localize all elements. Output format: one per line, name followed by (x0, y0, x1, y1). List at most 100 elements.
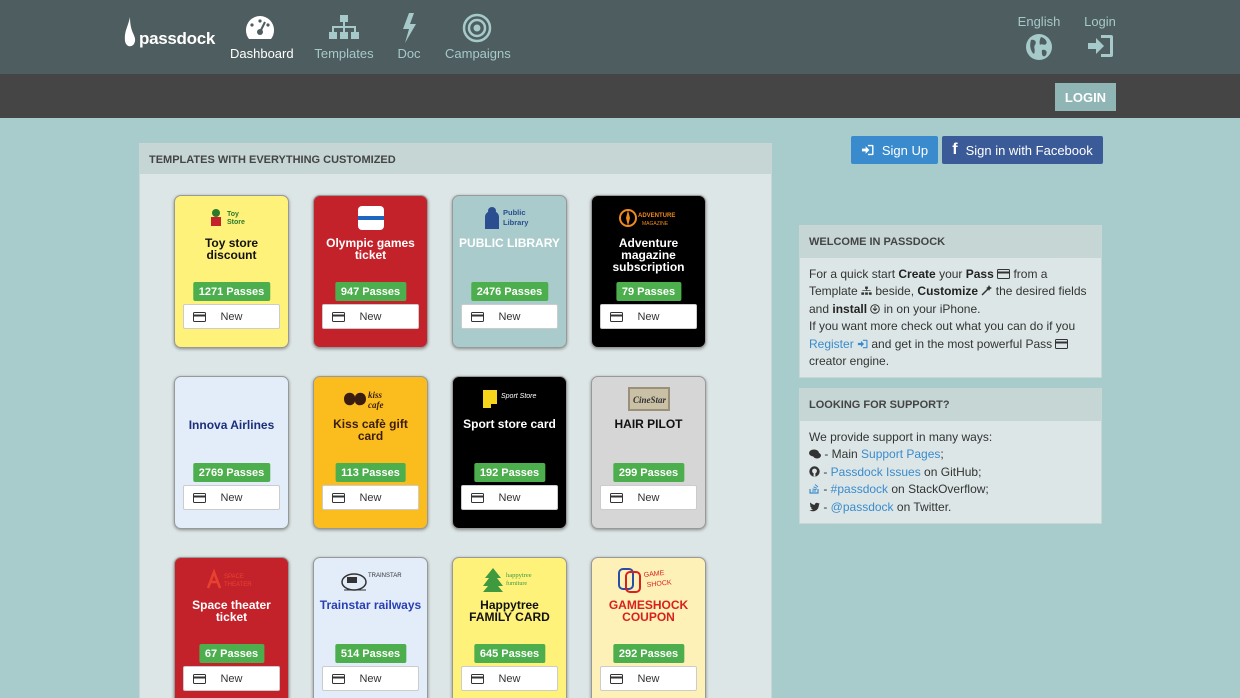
new-pass-button[interactable]: New (600, 304, 697, 329)
facebook-icon: f (952, 141, 958, 158)
nav-dashboard-label: Dashboard (230, 46, 294, 61)
logo-drop-icon (124, 17, 136, 47)
facebook-signin-button[interactable]: f Sign in with Facebook (942, 136, 1103, 164)
twitter-handle-link[interactable]: @passdock (831, 500, 894, 514)
passdock-logo[interactable]: passdock (124, 17, 215, 51)
template-card[interactable]: Toy Store Toy store discount 1271 Passes New (174, 195, 289, 348)
comments-icon (809, 449, 821, 459)
github-icon (809, 466, 820, 477)
new-pass-label: New (637, 672, 660, 685)
new-pass-button[interactable]: New (183, 304, 280, 329)
new-pass-button[interactable]: New (183, 485, 280, 510)
template-card[interactable]: SPACE THEATER Space theater ticket 67 Passe… (174, 557, 289, 698)
space-theater-logo-icon: SPACE THEATER (175, 566, 288, 594)
stackoverflow-icon (809, 484, 819, 494)
new-pass-button[interactable]: New (322, 666, 419, 691)
template-card[interactable]: GAME SHOCK GAMESHOCK COUPON 292 Passes New (591, 557, 706, 698)
new-pass-label: New (359, 491, 382, 504)
download-icon (870, 304, 881, 314)
sitemap-icon (861, 286, 872, 296)
nav-doc[interactable]: Doc (393, 12, 425, 61)
new-pass-button[interactable]: New (322, 485, 419, 510)
toy-store-logo-icon: Toy Store (175, 204, 288, 232)
svg-text:Store: Store (227, 219, 245, 226)
template-title: Space theater ticket (192, 598, 271, 624)
credit-card-icon (1055, 338, 1069, 349)
svg-text:ADVENTURE: ADVENTURE (638, 213, 675, 219)
template-card[interactable]: Public Library PUBLIC LIBRARY 2476 Passes Ne… (452, 195, 567, 348)
svg-text:MAGAZINE: MAGAZINE (642, 221, 669, 227)
sitemap-icon (329, 15, 359, 39)
passes-count-badge: 947 Passes (334, 282, 407, 301)
register-link[interactable]: Register (809, 337, 868, 351)
new-pass-button[interactable]: New (322, 304, 419, 329)
new-pass-label: New (359, 672, 382, 685)
new-pass-label: New (498, 310, 521, 323)
olympic-logo-icon (314, 204, 427, 232)
dashboard-icon (245, 16, 275, 39)
support-box: LOOKING FOR SUPPORT? We provide support … (799, 388, 1102, 524)
template-card[interactable]: TRAINSTAR Trainstar railways 514 Passes New (313, 557, 428, 698)
kiss-cafe-logo-icon: kiss cafe (314, 385, 427, 413)
support-pages-link[interactable]: Support Pages (861, 447, 940, 461)
template-card[interactable]: Olympic games ticket 947 Passes New (313, 195, 428, 348)
new-pass-label: New (359, 310, 382, 323)
support-line-twitter: - @passdock on Twitter. (809, 499, 1092, 516)
facebook-signin-label: Sign in with Facebook (965, 142, 1093, 158)
support-heading: LOOKING FOR SUPPORT? (800, 389, 1101, 421)
login-label: Login (1084, 14, 1116, 29)
template-card[interactable]: Innova Airlines 2769 Passes New (174, 376, 289, 529)
nav-templates-label: Templates (314, 46, 374, 61)
airline-logo-icon (175, 385, 288, 413)
sport-store-logo-icon: Sport Store (453, 385, 566, 413)
template-title: Sport store card (463, 417, 556, 431)
template-card[interactable]: ADVENTURE MAGAZINE Adventure magazine subs… (591, 195, 706, 348)
template-card[interactable]: happytree furniture Happytree FAMILY CARD 6… (452, 557, 567, 698)
new-pass-button[interactable]: New (461, 485, 558, 510)
new-pass-label: New (637, 310, 660, 323)
new-pass-label: New (498, 672, 521, 685)
new-pass-button[interactable]: New (461, 304, 558, 329)
svg-text:happytree: happytree (506, 572, 532, 579)
svg-text:SHOCK: SHOCK (646, 579, 672, 589)
new-pass-button[interactable]: New (461, 666, 558, 691)
template-title: Adventure magazine subscription (612, 236, 685, 274)
template-title: PUBLIC LIBRARY (459, 236, 560, 250)
svg-text:cafe: cafe (368, 400, 384, 410)
template-card[interactable]: kiss cafe Kiss cafè gift card 113 Passes New (313, 376, 428, 529)
new-pass-button[interactable]: New (183, 666, 280, 691)
credit-card-icon (997, 269, 1011, 279)
support-line-github: - Passdock Issues on GitHub; (809, 464, 1092, 481)
passdock-issues-link[interactable]: Passdock Issues (831, 465, 921, 479)
passes-count-badge: 192 Passes (473, 463, 546, 482)
nav-campaigns-label: Campaigns (445, 46, 511, 61)
new-pass-button[interactable]: New (600, 666, 697, 691)
template-card[interactable]: CineStar HAIR PILOT 299 Passes New (591, 376, 706, 529)
sign-up-button[interactable]: Sign Up (851, 136, 938, 164)
public-library-logo-icon: Public Library (453, 204, 566, 232)
stackoverflow-tag-link[interactable]: #passdock (831, 482, 888, 496)
trainstar-logo-icon: TRAINSTAR (314, 566, 427, 594)
template-title: Toy store discount (204, 236, 259, 262)
secondary-bar (0, 74, 1240, 118)
login-link[interactable]: Login (1082, 14, 1118, 59)
welcome-text: For a quick start Create your Pass from … (809, 267, 1087, 369)
login-button[interactable]: LOGIN (1055, 83, 1116, 111)
support-line-pages: - Main Support Pages; (809, 446, 1092, 463)
logo-text: passdock (139, 29, 216, 48)
welcome-heading: WELCOME IN PASSDOCK (800, 226, 1101, 258)
nav-templates[interactable]: Templates (314, 12, 374, 61)
gameshock-logo-icon: GAME SHOCK (592, 566, 705, 594)
svg-text:Library: Library (503, 218, 529, 227)
language-selector[interactable]: English (1016, 14, 1062, 61)
passes-count-badge: 299 Passes (612, 463, 685, 482)
new-pass-label: New (637, 491, 660, 504)
cinestar-logo-icon: CineStar (592, 385, 705, 413)
new-pass-button[interactable]: New (600, 485, 697, 510)
template-title: Olympic games ticket (326, 236, 415, 262)
nav-campaigns[interactable]: Campaigns (445, 12, 511, 61)
template-card[interactable]: Sport Store Sport store card 192 Passes New (452, 376, 567, 529)
template-title: Happytree FAMILY CARD (469, 598, 550, 624)
svg-text:Toy: Toy (227, 211, 239, 218)
nav-dashboard[interactable]: Dashboard (230, 12, 294, 61)
